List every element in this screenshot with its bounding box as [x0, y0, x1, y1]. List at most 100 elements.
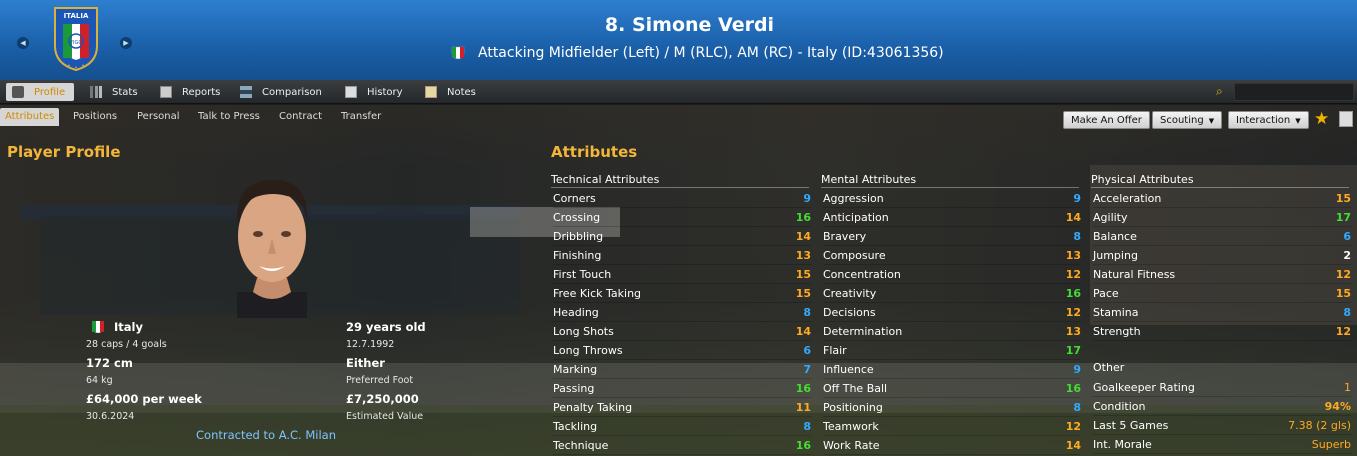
attribute-row[interactable]: Pace 15 — [1093, 284, 1351, 303]
attribute-row[interactable]: Flair 17 — [823, 341, 1081, 360]
attribute-value: 15 — [795, 268, 811, 281]
contracted-club-link[interactable]: Contracted to A.C. Milan — [196, 428, 336, 442]
estimated-value-label: Estimated Value — [346, 411, 424, 422]
tab-reports[interactable]: Reports — [154, 83, 226, 101]
attribute-name: Passing — [553, 382, 595, 395]
attribute-row[interactable]: Teamwork 12 — [823, 417, 1081, 436]
subtab-talk-to-press[interactable]: Talk to Press — [193, 108, 265, 126]
attribute-row[interactable]: Acceleration 15 — [1093, 189, 1351, 208]
attribute-value: Superb — [1311, 438, 1351, 451]
attribute-name: Crossing — [553, 211, 601, 224]
player-position-subtitle: Attacking Midfielder (Left) / M (RLC), A… — [478, 45, 944, 61]
tab-profile[interactable]: Profile — [6, 83, 74, 101]
attribute-name: Last 5 Games — [1093, 419, 1169, 432]
subtab-contract[interactable]: Contract — [274, 108, 327, 126]
attributes-heading: Attributes — [551, 143, 638, 161]
tab-stats[interactable]: Stats — [84, 83, 144, 101]
attribute-row[interactable]: First Touch 15 — [553, 265, 811, 284]
notepad-icon[interactable] — [1339, 111, 1353, 127]
attribute-row[interactable]: Heading 8 — [553, 303, 811, 322]
attribute-name: Agility — [1093, 211, 1128, 224]
attribute-row[interactable]: Finishing 13 — [553, 246, 811, 265]
interaction-dropdown[interactable]: Interaction ▼ — [1228, 111, 1309, 129]
italy-flag-icon — [92, 321, 104, 333]
attribute-row[interactable]: Condition 94% — [1093, 397, 1351, 416]
attribute-row[interactable]: Agility 17 — [1093, 208, 1351, 227]
player-age: 29 years old — [346, 320, 426, 334]
attribute-name: First Touch — [553, 268, 612, 281]
button-label: Make An Offer — [1071, 115, 1142, 126]
attribute-value: 9 — [1073, 363, 1081, 376]
scouting-dropdown[interactable]: Scouting ▼ — [1152, 111, 1223, 129]
tab-notes[interactable]: Notes — [419, 83, 482, 101]
attribute-row[interactable]: Jumping 2 — [1093, 246, 1351, 265]
attribute-row[interactable]: Creativity 16 — [823, 284, 1081, 303]
attribute-row[interactable]: Off The Ball 16 — [823, 379, 1081, 398]
attribute-name: Free Kick Taking — [553, 287, 642, 300]
attribute-row[interactable]: Concentration 12 — [823, 265, 1081, 284]
mental-attributes-header: Mental Attributes — [821, 172, 1079, 188]
attribute-row[interactable]: Marking 7 — [553, 360, 811, 379]
attribute-value: 12 — [1335, 268, 1351, 281]
attribute-row[interactable]: Anticipation 14 — [823, 208, 1081, 227]
make-offer-button[interactable]: Make An Offer — [1063, 111, 1150, 129]
subtab-positions[interactable]: Positions — [68, 108, 122, 126]
tab-comparison[interactable]: Comparison — [234, 83, 328, 101]
subtab-transfer[interactable]: Transfer — [336, 108, 386, 126]
attribute-row[interactable]: Influence 9 — [823, 360, 1081, 379]
attribute-name: Marking — [553, 363, 598, 376]
attribute-name: Technique — [553, 439, 609, 452]
attribute-name: Dribbling — [553, 230, 604, 243]
attribute-row[interactable]: Stamina 8 — [1093, 303, 1351, 322]
subtab-attributes[interactable]: Attributes — [0, 108, 60, 126]
attribute-row[interactable]: Int. Morale Superb — [1093, 435, 1351, 454]
attribute-row[interactable]: Bravery 8 — [823, 227, 1081, 246]
attribute-row[interactable]: Crossing 16 — [553, 208, 811, 227]
attribute-name: Pace — [1093, 287, 1119, 300]
attribute-row[interactable]: Composure 13 — [823, 246, 1081, 265]
attribute-row[interactable]: Last 5 Games 7.38 (2 gls) — [1093, 416, 1351, 435]
attribute-row[interactable]: Long Throws 6 — [553, 341, 811, 360]
attribute-row[interactable]: Positioning 8 — [823, 398, 1081, 417]
button-label: Interaction — [1236, 115, 1291, 126]
attribute-row[interactable]: Dribbling 14 — [553, 227, 811, 246]
attribute-name: Condition — [1093, 400, 1146, 413]
subtab-personal[interactable]: Personal — [132, 108, 185, 126]
next-player-icon[interactable]: ▶ — [120, 37, 132, 49]
attribute-name: Heading — [553, 306, 599, 319]
attribute-value: 8 — [1073, 230, 1081, 243]
attribute-name: Creativity — [823, 287, 877, 300]
attribute-value: 16 — [795, 439, 811, 452]
attribute-row[interactable]: Technique 16 — [553, 436, 811, 455]
attribute-value: 8 — [1343, 306, 1351, 319]
attribute-value: 12 — [1065, 268, 1081, 281]
attribute-row[interactable]: Corners 9 — [553, 189, 811, 208]
attribute-value: 16 — [795, 382, 811, 395]
search-icon[interactable]: ⌕ — [1216, 84, 1230, 98]
attribute-row[interactable]: Decisions 12 — [823, 303, 1081, 322]
tab-history[interactable]: History — [339, 83, 409, 101]
attribute-row[interactable]: Strength 12 — [1093, 322, 1351, 341]
attribute-row[interactable]: Balance 6 — [1093, 227, 1351, 246]
attribute-row[interactable]: Penalty Taking 11 — [553, 398, 811, 417]
attribute-row[interactable]: Determination 13 — [823, 322, 1081, 341]
attribute-row[interactable]: Passing 16 — [553, 379, 811, 398]
attribute-value: 14 — [1065, 439, 1081, 452]
attribute-row[interactable]: Long Shots 14 — [553, 322, 811, 341]
star-icon[interactable]: ★ — [1314, 109, 1329, 129]
attribute-row[interactable]: Tackling 8 — [553, 417, 811, 436]
tab-label: Notes — [447, 86, 476, 98]
attribute-row[interactable]: Goalkeeper Rating 1 — [1093, 378, 1351, 397]
previous-player-icon[interactable]: ◀ — [17, 37, 29, 49]
attribute-row[interactable]: Aggression 9 — [823, 189, 1081, 208]
attribute-row[interactable]: Work Rate 14 — [823, 436, 1081, 455]
profile-icon — [12, 86, 24, 98]
attribute-name: Strength — [1093, 325, 1141, 338]
estimated-value: £7,250,000 — [346, 392, 419, 406]
attribute-value: 16 — [1065, 382, 1081, 395]
attribute-row[interactable]: Natural Fitness 12 — [1093, 265, 1351, 284]
tab-label: History — [367, 86, 403, 98]
search-input[interactable] — [1234, 83, 1354, 101]
attribute-value: 16 — [795, 211, 811, 224]
attribute-row[interactable]: Free Kick Taking 15 — [553, 284, 811, 303]
